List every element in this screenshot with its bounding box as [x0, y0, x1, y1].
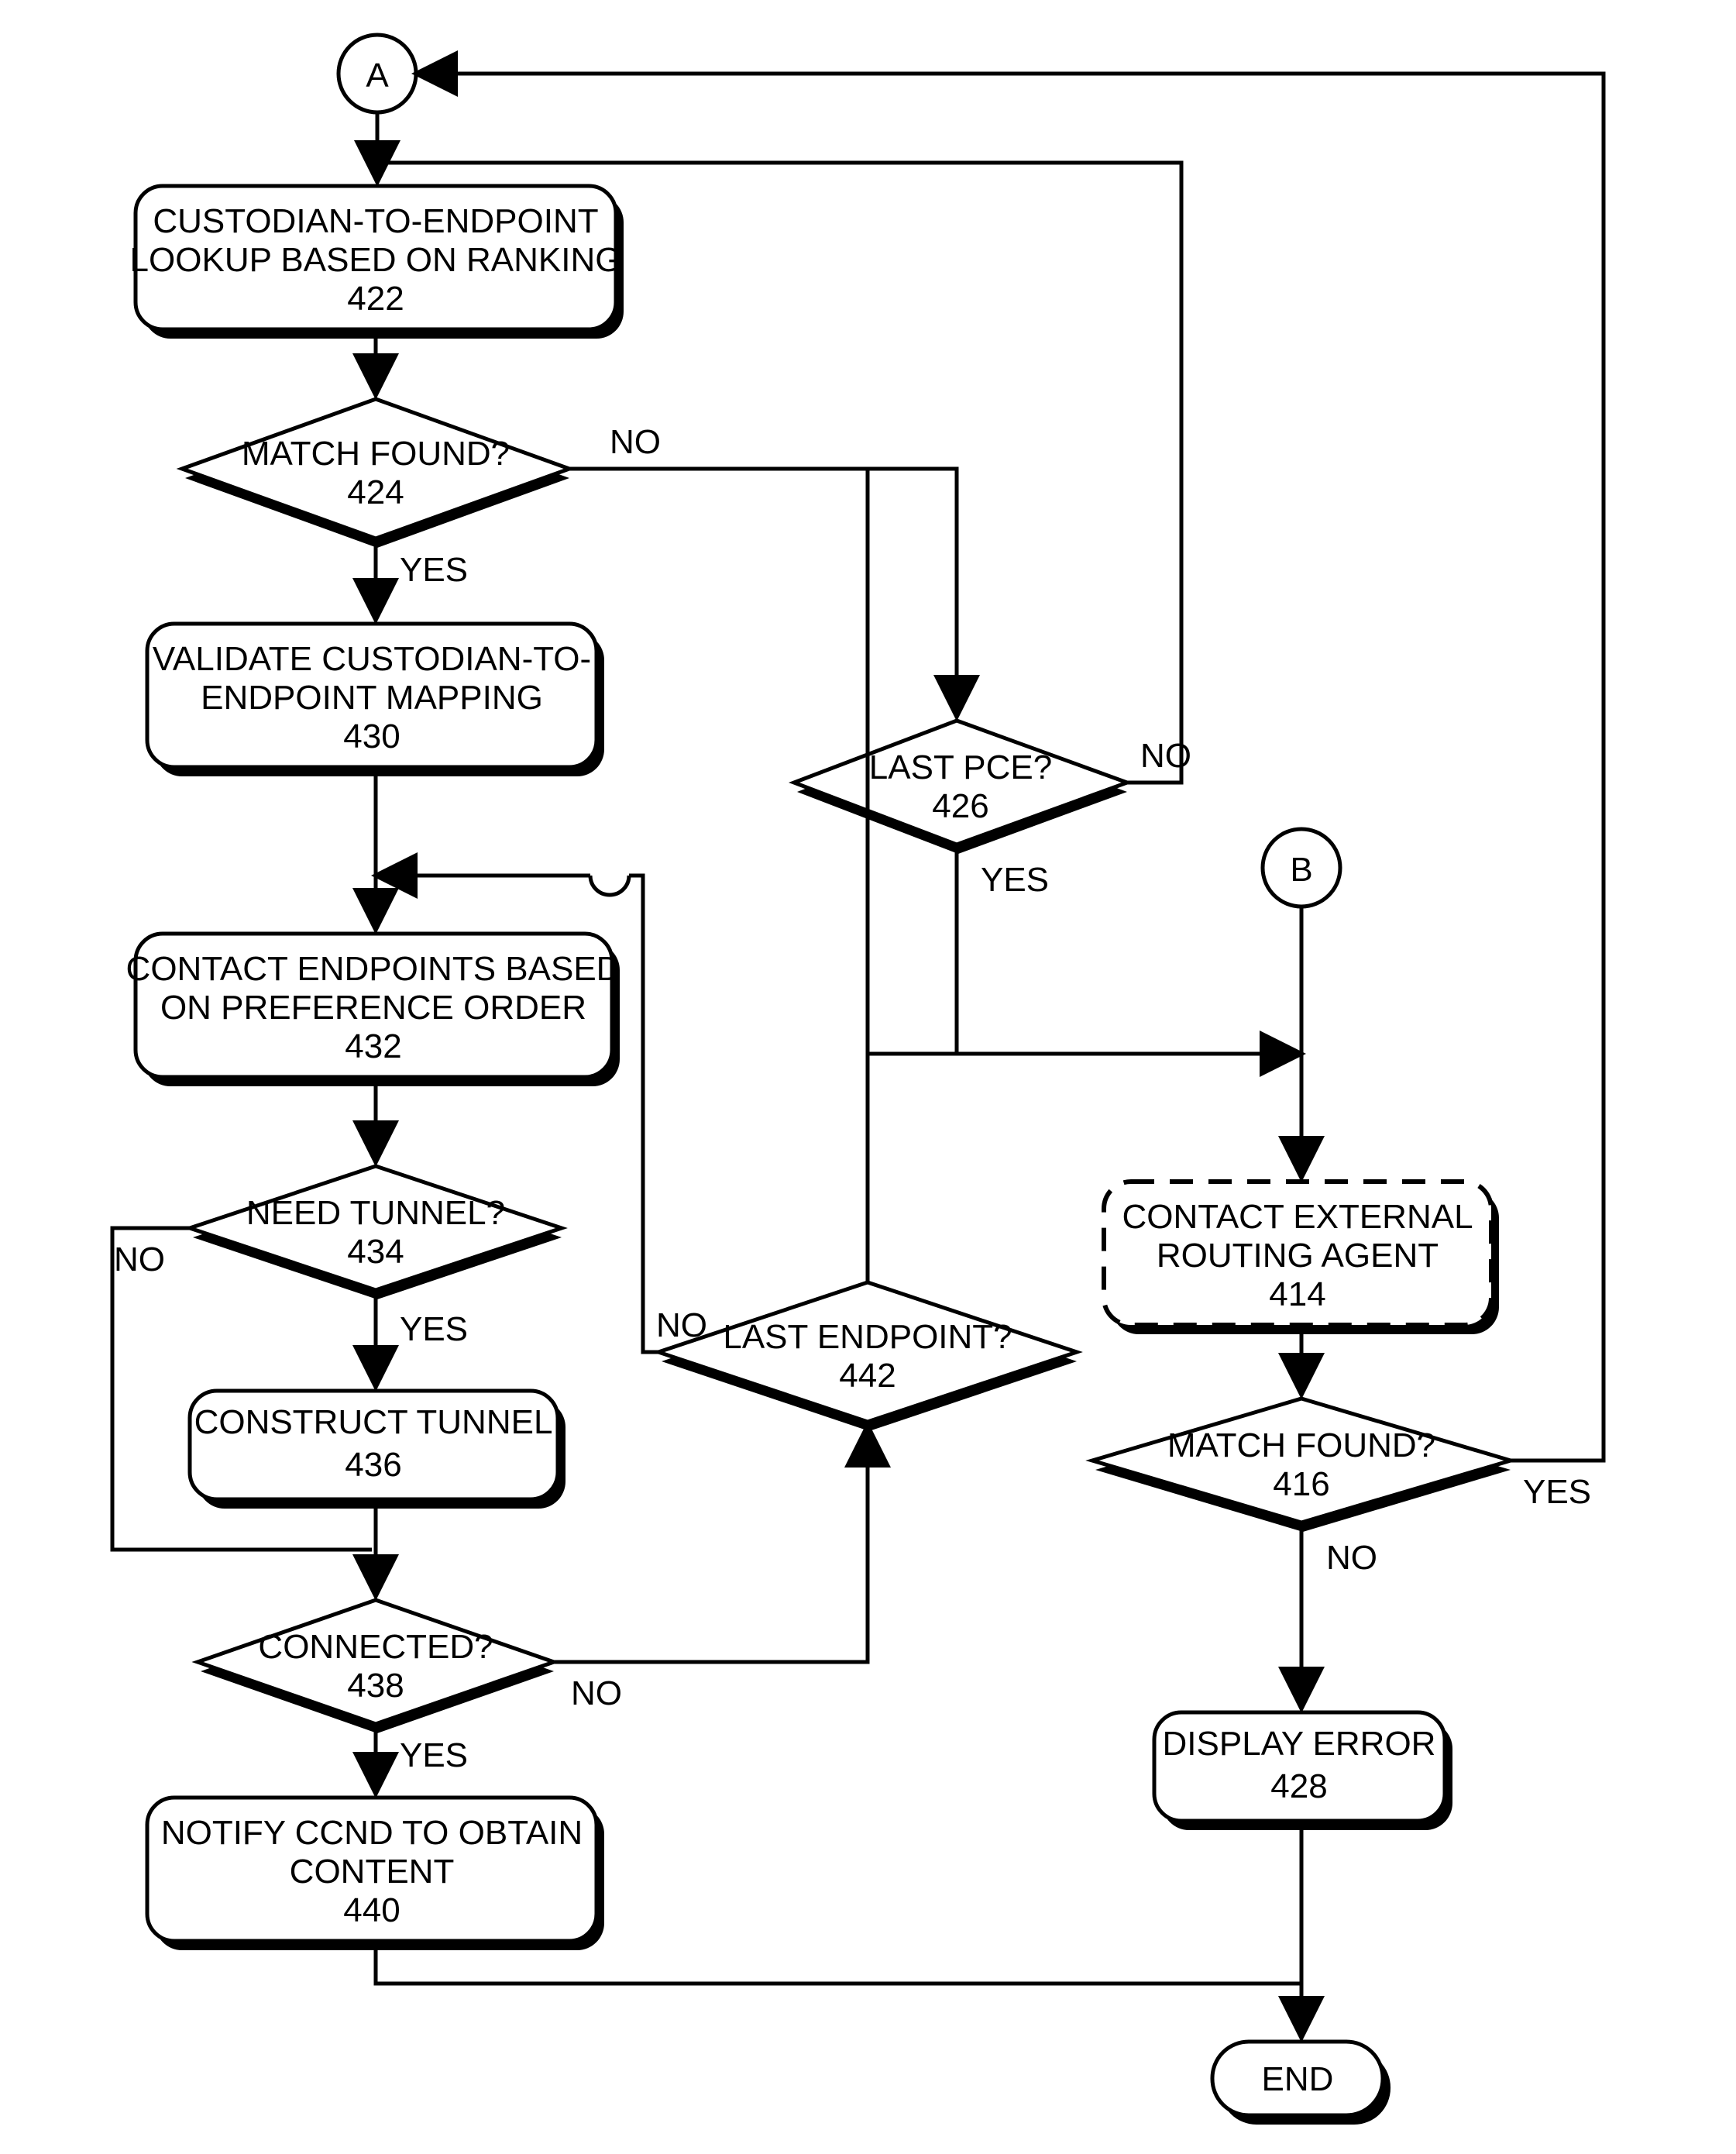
- svg-text:416: 416: [1273, 1465, 1329, 1503]
- svg-text:438: 438: [347, 1667, 404, 1705]
- label-426-no: NO: [1140, 737, 1191, 775]
- block-430: VALIDATE CUSTODIAN-TO- ENDPOINT MAPPING …: [147, 624, 604, 776]
- svg-text:LAST ENDPOINT?: LAST ENDPOINT?: [723, 1318, 1012, 1356]
- svg-text:414: 414: [1269, 1275, 1325, 1313]
- svg-text:CONTENT: CONTENT: [290, 1853, 455, 1891]
- block-432: CONTACT ENDPOINTS BASED ON PREFERENCE OR…: [126, 934, 621, 1086]
- svg-text:CUSTODIAN-TO-ENDPOINT: CUSTODIAN-TO-ENDPOINT: [153, 202, 598, 240]
- svg-text:CONTACT EXTERNAL: CONTACT EXTERNAL: [1122, 1198, 1473, 1236]
- label-438-no: NO: [571, 1674, 622, 1712]
- svg-text:440: 440: [343, 1891, 400, 1929]
- edge-442-no-jump-right: [629, 876, 658, 1352]
- svg-text:CONTACT ENDPOINTS BASED: CONTACT ENDPOINTS BASED: [126, 950, 621, 988]
- decision-438: CONNECTED? 438: [198, 1600, 554, 1733]
- svg-text:LOOKUP BASED ON RANKING: LOOKUP BASED ON RANKING: [130, 241, 622, 279]
- decision-416: MATCH FOUND? 416: [1092, 1399, 1511, 1532]
- svg-text:432: 432: [345, 1027, 401, 1065]
- svg-text:434: 434: [347, 1233, 404, 1271]
- block-422: CUSTODIAN-TO-ENDPOINT LOOKUP BASED ON RA…: [130, 186, 624, 339]
- decision-426: LAST PCE? 426: [794, 721, 1127, 854]
- svg-text:422: 422: [347, 280, 404, 318]
- edge-442-yes-to-414: [868, 1054, 957, 1282]
- block-436: CONSTRUCT TUNNEL 436: [190, 1391, 565, 1509]
- svg-text:MATCH FOUND?: MATCH FOUND?: [242, 435, 510, 473]
- decision-424: MATCH FOUND? 424: [182, 399, 569, 548]
- svg-text:424: 424: [347, 473, 404, 511]
- decision-442: LAST ENDPOINT? 442: [658, 1282, 1077, 1431]
- terminator-end: END: [1212, 2042, 1391, 2125]
- label-426-yes: YES: [981, 861, 1049, 899]
- svg-text:ENDPOINT MAPPING: ENDPOINT MAPPING: [201, 679, 543, 717]
- svg-text:426: 426: [932, 787, 988, 825]
- svg-text:VALIDATE CUSTODIAN-TO-: VALIDATE CUSTODIAN-TO-: [153, 640, 591, 678]
- connector-a: A: [339, 35, 416, 112]
- svg-text:ON PREFERENCE ORDER: ON PREFERENCE ORDER: [160, 989, 586, 1027]
- svg-text:CONSTRUCT TUNNEL: CONSTRUCT TUNNEL: [194, 1403, 553, 1441]
- svg-text:442: 442: [839, 1357, 896, 1395]
- svg-text:CONNECTED?: CONNECTED?: [258, 1628, 493, 1666]
- decision-434: NEED TUNNEL? 434: [190, 1166, 562, 1299]
- svg-text:436: 436: [345, 1446, 401, 1484]
- svg-text:NOTIFY CCND TO OBTAIN: NOTIFY CCND TO OBTAIN: [161, 1814, 583, 1852]
- block-428: DISPLAY ERROR 428: [1154, 1712, 1452, 1830]
- label-424-no: NO: [610, 423, 661, 461]
- label-434-yes: YES: [400, 1310, 468, 1348]
- flowchart-diagram: A CUSTODIAN-TO-ENDPOINT LOOKUP BASED ON …: [0, 0, 1736, 2154]
- svg-text:DISPLAY ERROR: DISPLAY ERROR: [1163, 1725, 1436, 1763]
- svg-text:ROUTING AGENT: ROUTING AGENT: [1157, 1237, 1439, 1275]
- svg-text:430: 430: [343, 717, 400, 755]
- svg-text:428: 428: [1270, 1767, 1327, 1805]
- label-442-no: NO: [656, 1306, 707, 1344]
- svg-text:NEED TUNNEL?: NEED TUNNEL?: [246, 1194, 505, 1232]
- edge-424-no-to-426: [569, 469, 957, 717]
- label-424-yes: YES: [400, 551, 468, 589]
- edge-442-no-jump-arc: [590, 876, 629, 895]
- block-414: CONTACT EXTERNAL ROUTING AGENT 414: [1104, 1182, 1499, 1334]
- svg-text:END: END: [1262, 2060, 1334, 2098]
- label-416-no: NO: [1326, 1539, 1377, 1577]
- label-416-yes: YES: [1523, 1473, 1591, 1511]
- connector-b-label: B: [1290, 851, 1312, 889]
- block-440: NOTIFY CCND TO OBTAIN CONTENT 440: [147, 1798, 604, 1950]
- connector-a-label: A: [366, 57, 389, 95]
- svg-text:MATCH FOUND?: MATCH FOUND?: [1167, 1426, 1435, 1464]
- edge-438-no-to-442: [554, 1426, 868, 1662]
- svg-text:LAST PCE?: LAST PCE?: [869, 748, 1052, 786]
- label-434-no: NO: [114, 1240, 165, 1278]
- connector-b: B: [1263, 829, 1340, 907]
- label-438-yes: YES: [400, 1736, 468, 1774]
